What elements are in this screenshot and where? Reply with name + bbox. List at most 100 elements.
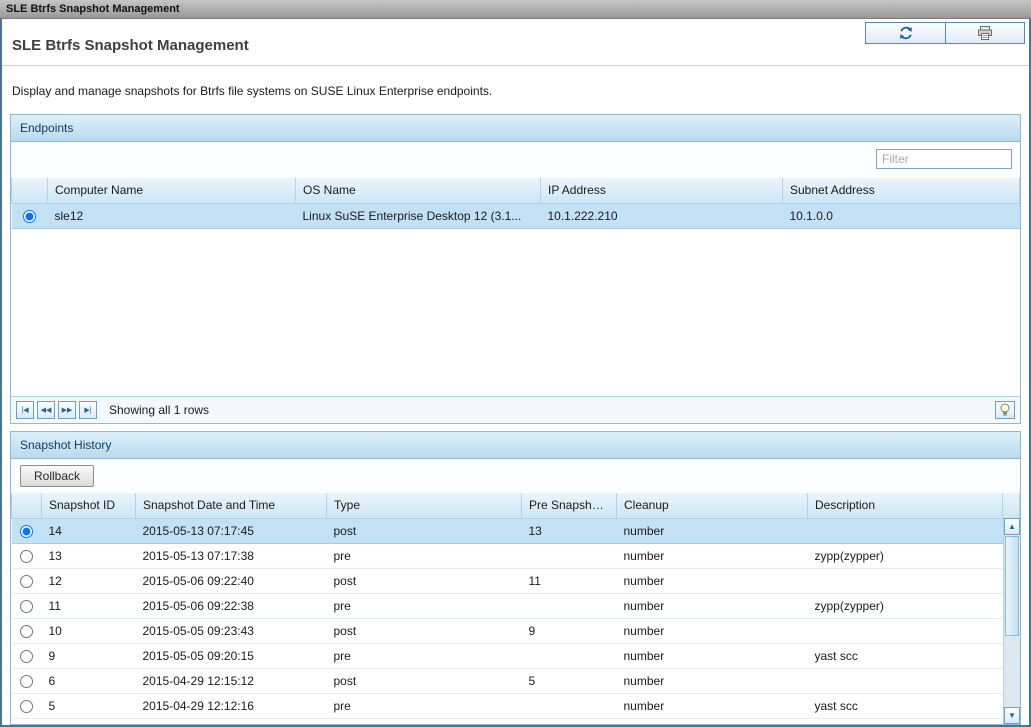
snapshot-radio-cell: [12, 593, 42, 618]
snapshot-radio-cell: [12, 668, 42, 693]
snapshot-radio[interactable]: [20, 650, 33, 663]
refresh-button[interactable]: [866, 23, 945, 43]
endpoint-row[interactable]: sle12 Linux SuSE Enterprise Desktop 12 (…: [12, 203, 1020, 228]
snapshot-radio[interactable]: [20, 600, 33, 613]
endpoint-radio-cell: [12, 203, 48, 228]
print-button[interactable]: [945, 23, 1024, 43]
refresh-icon: [898, 25, 914, 41]
app-window: SLE Btrfs Snapshot Management SLE Btrfs …: [0, 0, 1031, 727]
window-title: SLE Btrfs Snapshot Management: [6, 3, 180, 15]
printer-icon: [977, 25, 993, 41]
cell-snapshot-id: 11: [42, 593, 136, 618]
column-header-snapshot-id[interactable]: Snapshot ID: [42, 493, 136, 518]
cell-ip-address: 10.1.222.210: [541, 203, 783, 228]
snapshot-row[interactable]: 10 2015-05-05 09:23:43 post 9 number: [12, 618, 1020, 643]
cell-pre-snapshot: [522, 543, 617, 568]
cell-snapshot-datetime: 2015-05-06 09:22:40: [136, 568, 327, 593]
cell-pre-snapshot: [522, 593, 617, 618]
endpoints-select-column-header: [12, 178, 48, 203]
scrollbar-header-filler: [1003, 493, 1020, 518]
cell-type: post: [327, 568, 522, 593]
snapshot-row[interactable]: 12 2015-05-06 09:22:40 post 11 number: [12, 568, 1020, 593]
snapshot-radio[interactable]: [20, 625, 33, 638]
snapshot-table: Snapshot ID Snapshot Date and Time Type …: [11, 493, 1020, 719]
column-header-subnet-address[interactable]: Subnet Address: [783, 178, 1020, 203]
cell-description: [808, 518, 1003, 543]
snapshot-row[interactable]: 6 2015-04-29 12:15:12 post 5 number: [12, 668, 1020, 693]
page-header: SLE Btrfs Snapshot Management: [2, 19, 1029, 66]
cell-snapshot-datetime: 2015-04-29 12:15:12: [136, 668, 327, 693]
cell-description: zypp(zypper): [808, 593, 1003, 618]
column-header-os-name[interactable]: OS Name: [296, 178, 541, 203]
endpoints-filter-input[interactable]: [876, 149, 1012, 169]
endpoints-filter-row: [11, 142, 1020, 178]
cell-type: pre: [327, 593, 522, 618]
column-header-type[interactable]: Type: [327, 493, 522, 518]
cell-cleanup: number: [617, 593, 808, 618]
snapshot-radio[interactable]: [20, 700, 33, 713]
snapshot-radio[interactable]: [20, 525, 33, 538]
scroll-up-button[interactable]: ▲: [1004, 518, 1020, 535]
cell-description: zypp(zypper): [808, 543, 1003, 568]
cell-type: post: [327, 668, 522, 693]
cell-snapshot-id: 6: [42, 668, 136, 693]
scroll-down-button[interactable]: ▼: [1004, 707, 1020, 724]
snapshot-row[interactable]: 11 2015-05-06 09:22:38 pre number zypp(z…: [12, 593, 1020, 618]
vertical-scrollbar[interactable]: ▲ ▼: [1003, 518, 1020, 724]
last-page-button[interactable]: ▶|: [79, 401, 97, 419]
rollback-button[interactable]: Rollback: [20, 465, 94, 487]
cell-cleanup: number: [617, 618, 808, 643]
cell-snapshot-id: 5: [42, 693, 136, 718]
hint-button[interactable]: [995, 401, 1015, 419]
header-toolbar: [865, 22, 1025, 44]
window-titlebar[interactable]: SLE Btrfs Snapshot Management: [0, 0, 1031, 19]
cell-snapshot-id: 10: [42, 618, 136, 643]
endpoint-radio[interactable]: [23, 210, 36, 223]
column-header-cleanup[interactable]: Cleanup: [617, 493, 808, 518]
snapshot-radio-cell: [12, 693, 42, 718]
cell-description: [808, 568, 1003, 593]
prev-page-button[interactable]: ◀◀: [37, 401, 55, 419]
snapshot-row[interactable]: 14 2015-05-13 07:17:45 post 13 number: [12, 518, 1020, 543]
snapshot-radio-cell: [12, 643, 42, 668]
cell-snapshot-datetime: 2015-05-05 09:23:43: [136, 618, 327, 643]
next-page-button[interactable]: ▶▶: [58, 401, 76, 419]
cell-cleanup: number: [617, 568, 808, 593]
cell-pre-snapshot: 13: [522, 518, 617, 543]
snapshot-radio-cell: [12, 618, 42, 643]
snapshot-table-area: Snapshot ID Snapshot Date and Time Type …: [11, 493, 1020, 724]
snapshot-row[interactable]: 5 2015-04-29 12:12:16 pre number yast sc…: [12, 693, 1020, 718]
cell-description: yast scc: [808, 693, 1003, 718]
cell-description: yast scc: [808, 643, 1003, 668]
scrollbar-thumb[interactable]: [1005, 536, 1019, 636]
cell-pre-snapshot: 11: [522, 568, 617, 593]
first-page-button[interactable]: |◀: [16, 401, 34, 419]
column-header-pre-snapshot[interactable]: Pre Snapshot N: [522, 493, 617, 518]
cell-pre-snapshot: 9: [522, 618, 617, 643]
cell-snapshot-id: 12: [42, 568, 136, 593]
cell-description: [808, 618, 1003, 643]
snapshot-radio[interactable]: [20, 675, 33, 688]
column-header-ip-address[interactable]: IP Address: [541, 178, 783, 203]
snapshot-header-row: Snapshot ID Snapshot Date and Time Type …: [12, 493, 1020, 518]
endpoints-empty-area: [11, 229, 1020, 397]
cell-cleanup: number: [617, 543, 808, 568]
snapshot-radio[interactable]: [20, 575, 33, 588]
snapshot-radio[interactable]: [20, 550, 33, 563]
cell-pre-snapshot: 5: [522, 668, 617, 693]
cell-type: pre: [327, 543, 522, 568]
column-header-snapshot-datetime[interactable]: Snapshot Date and Time: [136, 493, 327, 518]
column-header-description[interactable]: Description: [808, 493, 1003, 518]
column-header-computer-name[interactable]: Computer Name: [48, 178, 296, 203]
snapshot-radio-cell: [12, 568, 42, 593]
endpoints-footer: |◀ ◀◀ ▶▶ ▶| Showing all 1 rows: [11, 396, 1020, 423]
snapshot-radio-cell: [12, 543, 42, 568]
cell-description: [808, 668, 1003, 693]
snapshot-row[interactable]: 13 2015-05-13 07:17:38 pre number zypp(z…: [12, 543, 1020, 568]
cell-computer-name: sle12: [48, 203, 296, 228]
cell-cleanup: number: [617, 643, 808, 668]
snapshot-row[interactable]: 9 2015-05-05 09:20:15 pre number yast sc…: [12, 643, 1020, 668]
endpoints-panel: Endpoints Computer Name OS Name IP Addre…: [10, 114, 1021, 424]
endpoints-header-row: Computer Name OS Name IP Address Subnet …: [12, 178, 1020, 203]
pagination-status: Showing all 1 rows: [109, 403, 209, 417]
